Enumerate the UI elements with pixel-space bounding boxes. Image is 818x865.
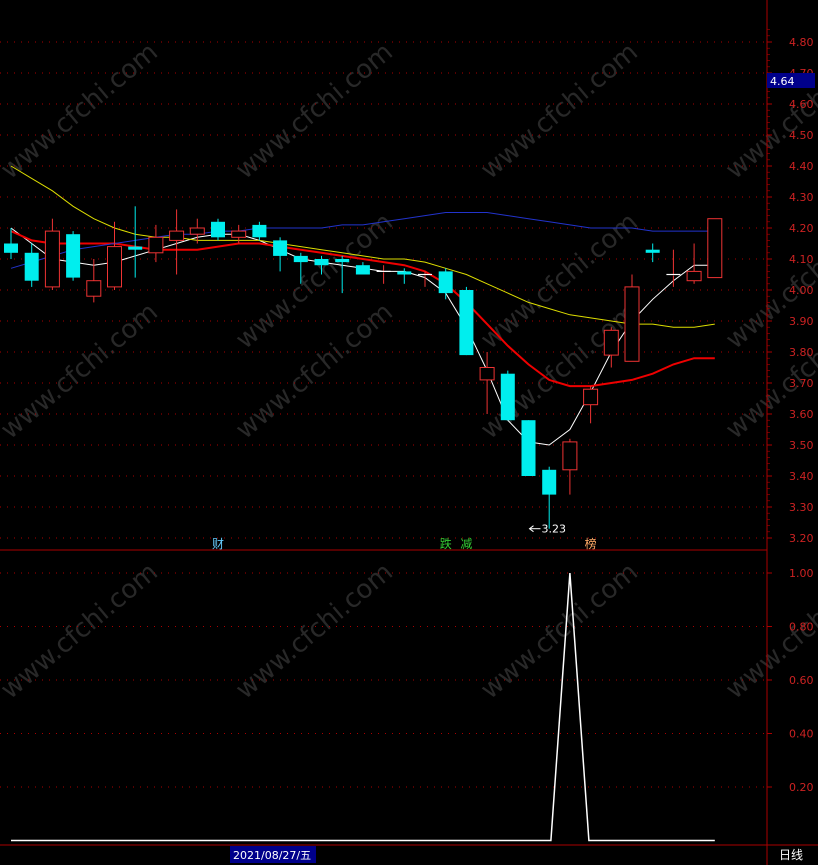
price-tick-label: 4.60: [789, 98, 814, 111]
candle-body: [148, 236, 164, 254]
candle-body: [624, 286, 640, 362]
candle-body: [66, 234, 81, 278]
candle-body: [293, 255, 308, 263]
price-tick-label: 3.80: [789, 346, 814, 359]
candle: [211, 218, 225, 241]
candle-body: [603, 329, 619, 356]
candle-body: [562, 441, 578, 471]
candle: [707, 218, 723, 279]
price-tick-label: 4.50: [789, 129, 814, 142]
price-tick-label: 3.50: [789, 439, 814, 452]
candle-body: [189, 227, 205, 235]
price-tick-label: 4.20: [789, 222, 814, 235]
candle-body: [645, 249, 660, 253]
price-tick-label: 3.60: [789, 408, 814, 421]
indicator-tick-label: 1.00: [789, 567, 814, 580]
candle-body: [707, 218, 723, 279]
candle: [500, 370, 515, 421]
candle: [66, 231, 81, 281]
signal-label: 榜: [585, 536, 597, 551]
price-tick-label: 4.40: [789, 160, 814, 173]
candle: [624, 274, 640, 362]
candle-body: [211, 221, 225, 238]
indicator-tick-label: 0.80: [789, 621, 814, 634]
candle-body: [4, 243, 18, 253]
candle: [459, 286, 474, 356]
price-tick-label: 3.30: [789, 501, 814, 514]
price-tick-label: 3.40: [789, 470, 814, 483]
candle-body: [583, 388, 599, 406]
price-tick-label: 3.20: [789, 532, 814, 545]
candle: [521, 420, 536, 476]
price-tick-label: 4.80: [789, 36, 814, 49]
candle-body: [169, 230, 185, 241]
signal-label: 减: [460, 537, 472, 551]
candle-body: [273, 240, 288, 256]
price-tick-label: 4.10: [789, 253, 814, 266]
signal-label: 跌: [440, 536, 452, 551]
indicator-tick-label: 0.20: [789, 781, 814, 794]
price-tick-label: 3.70: [789, 377, 814, 390]
chart-background: [0, 0, 818, 865]
low-price-label: 3.23: [542, 523, 567, 536]
candle-body: [107, 246, 122, 288]
price-tick-label: 4.30: [789, 191, 814, 204]
stock-chart: www.cfchi.com www.cfchi.com www.cfchi.comw…: [0, 0, 818, 865]
date-label: 2021/08/27/五: [233, 849, 311, 862]
candle-body: [397, 271, 412, 275]
last-price-value: 4.64: [770, 75, 795, 88]
signal-label: 财: [212, 537, 224, 551]
candle-body: [314, 259, 329, 266]
candle-body: [355, 265, 370, 275]
candle-body: [500, 373, 515, 421]
candle-body: [252, 224, 267, 238]
candle-body: [459, 290, 474, 356]
candle-body: [686, 270, 702, 282]
price-tick-label: 3.90: [789, 315, 814, 328]
price-tick-label: 4.00: [789, 284, 814, 297]
candle-body: [231, 230, 247, 238]
candle-body: [44, 230, 60, 288]
candle-body: [438, 271, 453, 294]
last-price-badge: 4.64: [767, 73, 815, 88]
candle-body: [24, 252, 39, 281]
period-label[interactable]: 日线: [779, 848, 803, 862]
candle-body: [542, 469, 557, 495]
candle-body: [335, 259, 350, 263]
indicator-tick-label: 0.60: [789, 674, 814, 687]
indicator-tick-label: 0.40: [789, 728, 814, 741]
candle-body: [128, 246, 143, 250]
candle-body: [86, 280, 102, 297]
candle-body: [479, 367, 495, 381]
candle-body: [521, 420, 536, 476]
